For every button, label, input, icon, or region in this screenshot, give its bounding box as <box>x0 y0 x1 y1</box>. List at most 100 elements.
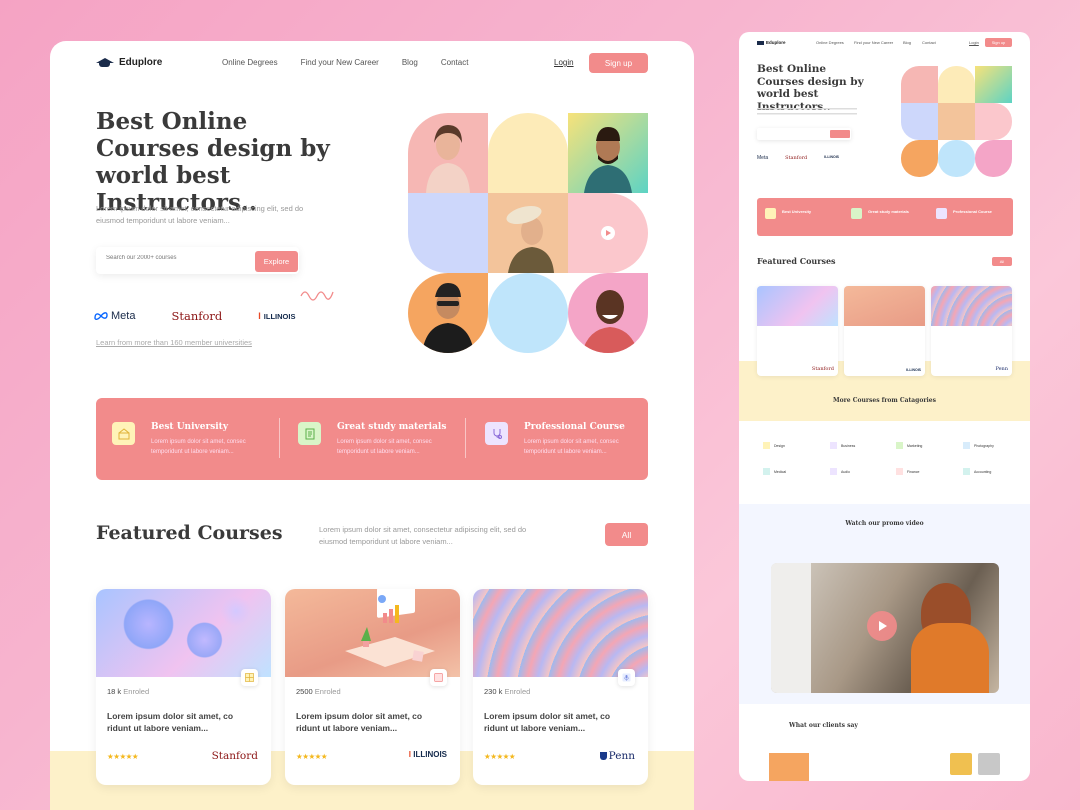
finance-icon <box>896 468 903 475</box>
preview-signup[interactable]: Sign up <box>985 38 1012 47</box>
instructor-photo <box>408 113 488 193</box>
stethoscope-icon <box>485 422 508 445</box>
preview-meta: Meta <box>757 155 769 161</box>
feature-item: Best University Lorem ipsum dolor sit ame… <box>112 422 261 457</box>
category-label: Marketing <box>907 443 923 448</box>
photography-icon <box>963 442 970 449</box>
preview-instructor-grid <box>901 66 1012 177</box>
person-icon <box>426 125 470 193</box>
preview-hero-text <box>757 108 857 118</box>
preview-tile <box>938 140 975 177</box>
preview-course-image <box>844 286 925 326</box>
preview-course-card[interactable]: Penn <box>931 286 1012 376</box>
university-logo: Penn <box>599 750 635 762</box>
rating-stars: ★★★★★ <box>107 752 139 761</box>
rating-stars: ★★★★★ <box>484 752 516 761</box>
preview-nav-link[interactable]: Find your New Career <box>854 40 893 45</box>
preview-category[interactable]: Accounting <box>963 468 991 475</box>
divider <box>279 418 280 458</box>
preview-category[interactable]: Audio <box>830 468 850 475</box>
preview-nav-link[interactable]: Blog <box>903 40 911 45</box>
business-icon <box>830 442 837 449</box>
design-icon <box>763 442 770 449</box>
preview-category[interactable]: Marketing <box>896 442 922 449</box>
preview-category[interactable]: Design <box>763 442 785 449</box>
preview-uni: Stanford <box>811 366 834 372</box>
category-label: Medical <box>774 469 787 474</box>
instructor-photo <box>568 273 648 353</box>
category-label: Finance <box>907 469 920 474</box>
divider <box>465 418 466 458</box>
navbar: Eduplore Online Degrees Find your New Ca… <box>50 41 694 85</box>
instructor-photo <box>568 113 648 193</box>
preview-course-image <box>757 286 838 326</box>
course-card[interactable]: 18 k Enroled Lorem ipsum dolor sit amet,… <box>96 589 271 785</box>
microphone-icon <box>618 669 635 686</box>
all-button[interactable]: All <box>605 523 648 546</box>
preview-course-card[interactable]: Stanford <box>757 286 838 376</box>
nav-blog[interactable]: Blog <box>402 58 418 67</box>
explore-button[interactable]: Explore <box>255 251 298 272</box>
feature-text: Lorem ipsum dolor sit amet, consec tempo… <box>524 439 619 455</box>
preview-photo <box>938 103 975 140</box>
preview-course-card[interactable]: ILLINOIS <box>844 286 925 376</box>
category-label: Audio <box>841 469 850 474</box>
preview-explore[interactable] <box>830 130 850 138</box>
preview-category[interactable]: Photography <box>963 442 994 449</box>
preview-course-image <box>931 286 1012 326</box>
nav-online-degrees[interactable]: Online Degrees <box>222 58 278 67</box>
graduation-cap-icon <box>96 57 114 68</box>
login-link[interactable]: Login <box>554 58 574 67</box>
preview-photo <box>975 140 1012 177</box>
course-title: Lorem ipsum dolor sit amet, co ridunt ut… <box>484 711 611 733</box>
hero-subtitle: Lorem ipsum dolor sit amet, consectetur … <box>96 204 304 225</box>
preview-feature-title: Professional Course <box>953 209 992 214</box>
notebook-icon <box>851 208 862 219</box>
preview-hero-title: Best Online Courses design by world best… <box>757 63 864 113</box>
course-image <box>285 589 460 677</box>
preview-all-button[interactable]: All <box>992 257 1012 266</box>
preview-brand: Eduplore <box>766 40 786 45</box>
person-icon <box>582 290 638 353</box>
preview-logo[interactable]: Eduplore <box>757 40 786 45</box>
feature-title: Best University <box>151 422 229 432</box>
stanford-logo: Stanford <box>171 309 223 323</box>
signup-button[interactable]: Sign up <box>589 53 648 73</box>
preview-category[interactable]: Business <box>830 442 855 449</box>
feature-text: Lorem ipsum dolor sit amet, consec tempo… <box>337 439 432 455</box>
play-icon[interactable] <box>867 611 897 641</box>
preview-category[interactable]: Medical <box>763 468 786 475</box>
enrolled-number: 18 k <box>107 687 122 696</box>
nav-find-career[interactable]: Find your New Career <box>301 58 379 67</box>
nav-contact[interactable]: Contact <box>441 58 469 67</box>
promo-video[interactable] <box>771 563 999 693</box>
learn-more-link[interactable]: Learn from more than 160 member universi… <box>96 338 252 347</box>
course-card[interactable]: 230 k Enroled Lorem ipsum dolor sit amet… <box>473 589 648 785</box>
preview-login[interactable]: Login <box>969 40 979 45</box>
course-title: Lorem ipsum dolor sit amet, co ridunt ut… <box>296 711 423 733</box>
preview-features-band: Best University Great study materials Pr… <box>757 198 1013 236</box>
hero-title: Best Online Courses design by world best… <box>96 108 330 216</box>
preview-categories-title: More Courses from Catagories <box>832 397 936 404</box>
meta-icon <box>94 312 108 320</box>
course-card[interactable]: 2500 Enroled Lorem ipsum dolor sit amet,… <box>285 589 460 785</box>
illinois-i-icon: I <box>258 311 261 321</box>
play-icon[interactable] <box>601 226 615 240</box>
logo[interactable]: Eduplore <box>96 57 162 68</box>
preview-nav-link[interactable]: Online Degrees <box>816 40 844 45</box>
category-label: Photography <box>974 443 994 448</box>
person-icon <box>584 127 632 193</box>
shield-icon <box>599 752 607 760</box>
preview-category[interactable]: Finance <box>896 468 919 475</box>
enrolled-number: 230 k <box>484 687 503 696</box>
client-photo <box>978 753 1000 775</box>
meta-logo: Meta <box>94 310 135 322</box>
featured-text: Lorem ipsum dolor sit amet, consectetur … <box>319 525 527 546</box>
notebook-icon <box>298 422 321 445</box>
preview-nav-link[interactable]: Contact <box>922 40 936 45</box>
preview-partners: Meta Stanford ILLINOIS <box>757 155 839 161</box>
search-input[interactable] <box>106 255 246 261</box>
preview-tile <box>901 103 938 140</box>
feature-text: Lorem ipsum dolor sit amet, consec tempo… <box>151 439 246 455</box>
person-shape <box>911 623 989 693</box>
